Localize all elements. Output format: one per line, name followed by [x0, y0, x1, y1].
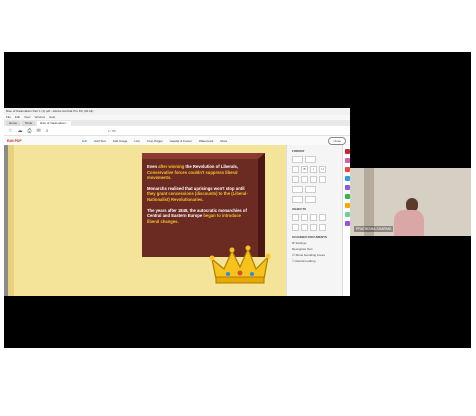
- restrict-editing-checkbox[interactable]: ☐ Restrict editing: [287, 257, 343, 263]
- search-icon[interactable]: ⌕: [46, 128, 49, 134]
- paragraph-2: Monarchs realised that uprisings won't s…: [147, 185, 248, 202]
- menu-edit[interactable]: Edit: [15, 115, 20, 120]
- edit-pdf-label: Edit PDF: [7, 138, 22, 143]
- tool-add-text[interactable]: Add Text: [94, 139, 106, 143]
- page-indicator[interactable]: 1 / 55: [108, 129, 116, 133]
- tool-header-footer[interactable]: Header & Footer: [170, 139, 192, 143]
- main-toolbar: ☆ ☁ ⎙ ✉ ⌕ 1 / 55: [4, 126, 350, 136]
- paragraph-3: The years after 1848, the autocratic mon…: [147, 207, 247, 224]
- menu-help[interactable]: Help: [49, 115, 55, 120]
- align-center-button[interactable]: [301, 176, 308, 183]
- shared-screen: Rise of Nationalism Part 1 (1).pdf - Ado…: [4, 108, 350, 296]
- export-icon[interactable]: [344, 158, 350, 163]
- italic-button[interactable]: I: [310, 166, 317, 173]
- crown-icon: [209, 245, 271, 284]
- fill-sign-icon[interactable]: [344, 203, 350, 208]
- tool-edit[interactable]: Edit: [82, 139, 87, 143]
- scanned-heading: SCANNED DOCUMENTS: [292, 235, 328, 239]
- slide-page: Even after winning the Revolution of Lib…: [8, 145, 286, 296]
- para-spacing-field[interactable]: [305, 186, 316, 193]
- arrange-button[interactable]: [292, 224, 299, 231]
- text-box: Even after winning the Revolution of Lib…: [142, 153, 265, 257]
- rotate-left-button[interactable]: [301, 224, 308, 231]
- create-pdf-icon[interactable]: [344, 167, 350, 172]
- print-icon[interactable]: ⎙: [27, 128, 31, 134]
- participant-name: PRATIKSHA SHARMA: [354, 226, 394, 232]
- replace-image-button[interactable]: [319, 224, 326, 231]
- scale-field[interactable]: [305, 196, 316, 203]
- line-spacing-field[interactable]: [292, 186, 303, 193]
- more-tools-icon[interactable]: [344, 221, 350, 226]
- menu-file[interactable]: File: [6, 115, 11, 120]
- window-title: Rise of Nationalism Part 1 (1).pdf - Ado…: [4, 108, 350, 115]
- bold-button[interactable]: B: [301, 166, 308, 173]
- format-heading: FORMAT: [292, 149, 305, 153]
- font-family-select[interactable]: [292, 156, 303, 163]
- rotate-right-button[interactable]: [310, 224, 317, 231]
- justify-button[interactable]: [319, 176, 326, 183]
- star-icon[interactable]: ☆: [8, 128, 12, 134]
- objects-heading: OBJECTS: [292, 207, 307, 211]
- crop-button[interactable]: [319, 214, 326, 221]
- organize-icon[interactable]: [344, 194, 350, 199]
- flip-horizontal-button[interactable]: [301, 214, 308, 221]
- paragraph-1: Even after winning the Revolution of Lib…: [147, 164, 238, 181]
- combine-icon[interactable]: [344, 185, 350, 190]
- tool-more[interactable]: More: [220, 139, 227, 143]
- mail-icon[interactable]: ✉: [37, 128, 41, 134]
- tool-crop-pages[interactable]: Crop Pages: [147, 139, 163, 143]
- participant-video[interactable]: PRATIKSHA SHARMA: [350, 168, 471, 236]
- meeting-stage: Rise of Nationalism Part 1 (1).pdf - Ado…: [4, 52, 471, 348]
- comment-icon[interactable]: [344, 176, 350, 181]
- cloud-icon[interactable]: ☁: [17, 128, 22, 134]
- participant-body: [394, 210, 424, 236]
- menu-window[interactable]: Window: [34, 115, 45, 120]
- tool-watermark[interactable]: Watermark: [199, 139, 214, 143]
- flip-vertical-button[interactable]: [292, 214, 299, 221]
- align-left-button[interactable]: [292, 176, 299, 183]
- underline-button[interactable]: U: [319, 166, 326, 173]
- slide-edge: [8, 145, 14, 296]
- rotate-button[interactable]: [310, 214, 317, 221]
- char-spacing-field[interactable]: [292, 196, 303, 203]
- color-swatch[interactable]: [292, 166, 299, 173]
- close-button[interactable]: Close: [328, 137, 346, 145]
- menu-view[interactable]: View: [24, 115, 30, 120]
- tool-link[interactable]: Link: [134, 139, 140, 143]
- format-panel: FORMAT BIU OBJECTS SCANNED DOCUMENTS ⚙ S…: [286, 145, 343, 296]
- font-size-select[interactable]: [305, 156, 316, 163]
- tools-strip: [342, 145, 350, 296]
- document-area[interactable]: Even after winning the Revolution of Lib…: [4, 145, 286, 296]
- tool-add-image[interactable]: Add Image: [113, 139, 128, 143]
- edit-tools: Edit Add Text Add Image Link Crop Pages …: [82, 139, 227, 143]
- edit-pdf-icon[interactable]: [344, 149, 350, 154]
- align-right-button[interactable]: [310, 176, 317, 183]
- protect-icon[interactable]: [344, 212, 350, 217]
